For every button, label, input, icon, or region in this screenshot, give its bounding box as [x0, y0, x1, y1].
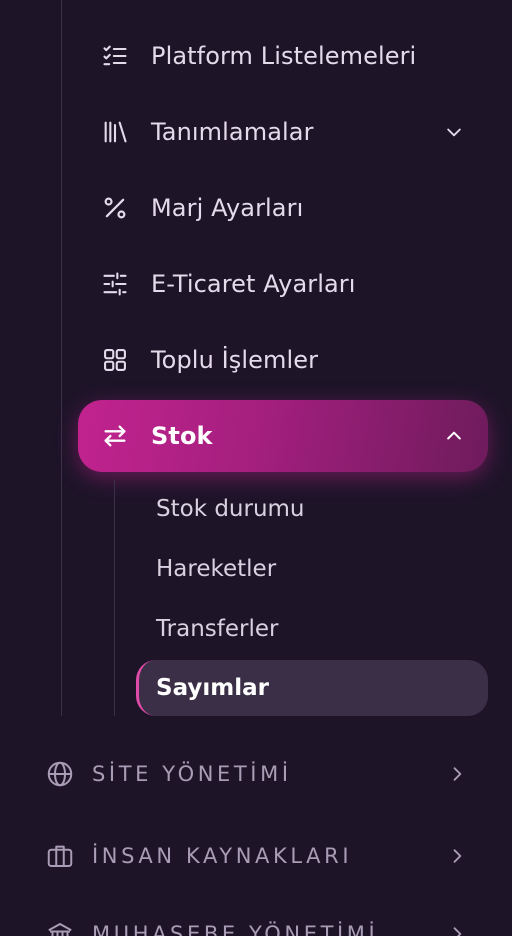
submenu-tree-line — [114, 480, 115, 716]
menu-item-label: Platform Listelemeleri — [151, 42, 417, 70]
menu-item-stok[interactable]: Stok — [78, 400, 488, 472]
section-label: MUHASEBE YÖNETİMİ — [92, 922, 379, 936]
chevron-down-icon[interactable] — [442, 120, 466, 144]
menu-item-toplu-islemler[interactable]: Toplu İşlemler — [78, 324, 488, 396]
list-check-icon — [100, 41, 130, 71]
library-icon — [100, 117, 130, 147]
chevron-right-icon — [446, 923, 468, 936]
menu-item-platform-listelemeleri[interactable]: Platform Listelemeleri — [78, 20, 488, 92]
arrows-swap-icon — [100, 421, 130, 451]
chevron-right-icon — [446, 763, 468, 785]
percent-icon — [100, 193, 130, 223]
section-label: SİTE YÖNETİMİ — [92, 762, 292, 786]
chevron-right-icon — [446, 845, 468, 867]
submenu-item-transferler[interactable]: Transferler — [136, 601, 488, 657]
submenu-item-stok-durumu[interactable]: Stok durumu — [136, 481, 488, 537]
menu-item-label: E-Ticaret Ayarları — [151, 270, 356, 298]
section-site-yonetimi[interactable]: SİTE YÖNETİMİ — [44, 754, 468, 794]
section-muhasebe-yonetimi[interactable]: MUHASEBE YÖNETİMİ — [44, 914, 468, 936]
submenu-item-sayimlar[interactable]: Sayımlar — [136, 660, 488, 716]
tree-line — [61, 0, 62, 716]
globe-icon — [44, 758, 76, 790]
menu-item-label: Tanımlamalar — [151, 118, 314, 146]
menu-item-label: Toplu İşlemler — [151, 346, 319, 374]
menu-item-marj-ayarlari[interactable]: Marj Ayarları — [78, 172, 488, 244]
menu-item-e-ticaret-ayarlari[interactable]: E-Ticaret Ayarları — [78, 248, 488, 320]
menu-item-tanimlamalar[interactable]: Tanımlamalar — [78, 96, 488, 168]
section-insan-kaynaklari[interactable]: İNSAN KAYNAKLARI — [44, 836, 468, 876]
sidebar: Platform Listelemeleri Tanımlamalar Marj… — [0, 0, 512, 936]
section-label: İNSAN KAYNAKLARI — [92, 844, 353, 868]
menu-item-label: Stok — [151, 422, 213, 450]
submenu-item-hareketler[interactable]: Hareketler — [136, 541, 488, 597]
briefcase-icon — [44, 840, 76, 872]
menu-item-label: Marj Ayarları — [151, 194, 304, 222]
grid-icon — [100, 345, 130, 375]
bank-icon — [44, 918, 76, 936]
sliders-icon — [100, 269, 130, 299]
chevron-up-icon[interactable] — [442, 424, 466, 448]
